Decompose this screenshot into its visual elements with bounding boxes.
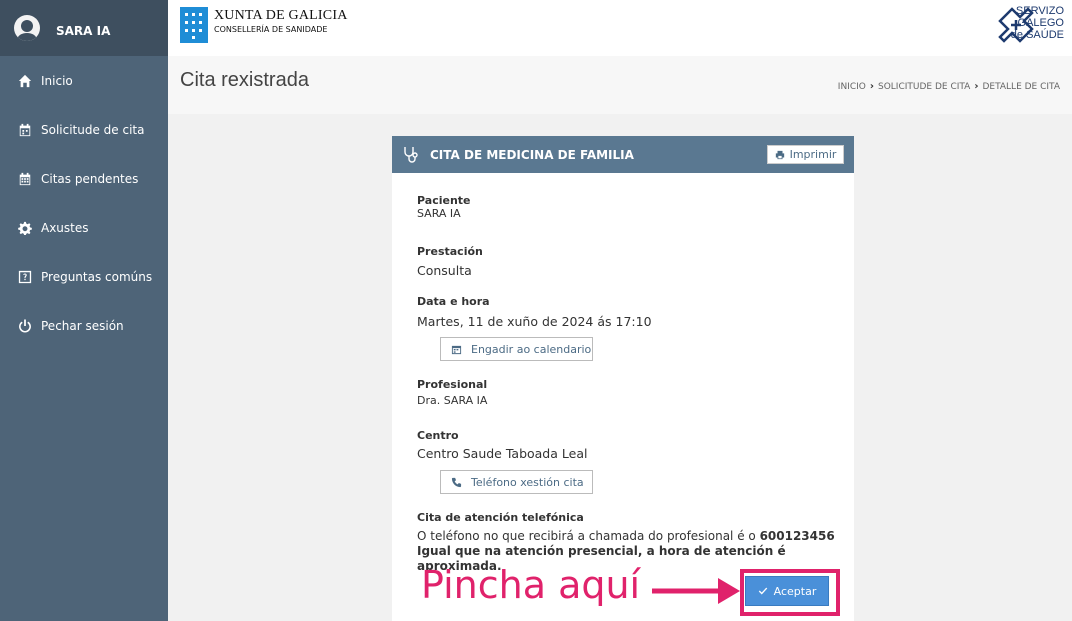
- breadcrumb-detalle: DETALLE DE CITA: [982, 81, 1060, 92]
- sidebar-item-pechar-sesion[interactable]: Pechar sesión: [0, 301, 168, 350]
- accept-button[interactable]: Aceptar: [745, 576, 829, 606]
- title-bar: Cita rexistrada INICIO › SOLICITUDE DE C…: [168, 56, 1072, 114]
- xunta-logo: [180, 7, 208, 43]
- user-name: SARA IA: [56, 24, 111, 38]
- profesional-value: Dra. SARA IA: [417, 394, 488, 407]
- sidebar-header: SARA IA: [0, 0, 168, 56]
- top-header: XUNTA DE GALICIA CONSELLERÍA DE SANIDADE…: [168, 0, 1072, 56]
- power-icon: [18, 318, 32, 333]
- calendar-plus-icon: [18, 123, 32, 137]
- sidebar-item-citas-pendentes[interactable]: Citas pendentes: [0, 154, 168, 203]
- centro-value: Centro Saude Taboada Leal: [417, 446, 588, 461]
- page-title: Cita rexistrada: [180, 69, 309, 91]
- paciente-value: SARA IA: [417, 207, 461, 220]
- sidebar-item-axustes[interactable]: Axustes: [0, 203, 168, 252]
- sidebar: SARA IA Inicio Solicitude de cita Citas …: [0, 0, 168, 621]
- chevron-right-icon: ›: [869, 81, 874, 92]
- home-icon: [18, 74, 32, 88]
- sidebar-item-inicio[interactable]: Inicio: [0, 56, 168, 105]
- atencion-telefonica-label: Cita de atención telefónica: [417, 511, 584, 524]
- printer-icon: [775, 150, 784, 159]
- paciente-label: Paciente: [417, 194, 471, 207]
- chevron-right-icon: ›: [974, 81, 979, 92]
- add-to-calendar-label: Engadir ao calendario: [471, 342, 592, 356]
- phone-icon: [451, 477, 462, 487]
- check-icon: [758, 587, 767, 595]
- card-title: CITA DE MEDICINA DE FAMILIA: [430, 147, 634, 162]
- sidebar-item-label: Axustes: [41, 220, 89, 235]
- sidebar-item-label: Preguntas comúns: [41, 269, 153, 284]
- phone-number: 600123456: [759, 529, 835, 543]
- card-header: CITA DE MEDICINA DE FAMILIA Imprimir: [392, 136, 854, 173]
- stethoscope-icon: [404, 146, 418, 163]
- data-hora-label: Data e hora: [417, 295, 490, 308]
- sidebar-item-solicitude[interactable]: Solicitude de cita: [0, 105, 168, 154]
- calendar-icon: [451, 345, 462, 354]
- annotation-text: Pincha aquí: [421, 563, 641, 607]
- xunta-subtitle: CONSELLERÍA DE SANIDADE: [214, 25, 328, 34]
- breadcrumb-inicio[interactable]: INICIO: [838, 82, 866, 92]
- print-button[interactable]: Imprimir: [767, 145, 844, 164]
- sidebar-item-label: Pechar sesión: [41, 318, 124, 333]
- accept-label: Aceptar: [773, 584, 817, 598]
- print-label: Imprimir: [789, 148, 837, 161]
- sidebar-item-label: Citas pendentes: [41, 171, 139, 186]
- profesional-label: Profesional: [417, 378, 488, 391]
- sgs-logo-text: SERVIZO GALEGO de SAÚDE: [1010, 5, 1064, 41]
- centro-label: Centro: [417, 429, 459, 442]
- data-hora-value: Martes, 11 de xuño de 2024 ás 17:10: [417, 314, 652, 329]
- avatar[interactable]: [14, 15, 40, 41]
- question-icon: [18, 270, 32, 284]
- breadcrumb: INICIO › SOLICITUDE DE CITA › DETALLE DE…: [838, 81, 1060, 92]
- add-to-calendar-button[interactable]: Engadir ao calendario: [440, 337, 593, 361]
- prestacion-value: Consulta: [417, 263, 472, 278]
- appointment-card: CITA DE MEDICINA DE FAMILIA Imprimir Pac…: [392, 136, 854, 621]
- arrow-right-icon: [652, 578, 740, 604]
- calendar-icon: [18, 172, 32, 186]
- telefono-xestion-button[interactable]: Teléfono xestión cita: [440, 470, 593, 494]
- sidebar-item-preguntas[interactable]: Preguntas comúns: [0, 252, 168, 301]
- prestacion-label: Prestación: [417, 245, 483, 258]
- telefono-xestion-label: Teléfono xestión cita: [471, 475, 584, 489]
- sidebar-item-label: Inicio: [41, 73, 73, 88]
- sidebar-item-label: Solicitude de cita: [41, 122, 145, 137]
- xunta-title: XUNTA DE GALICIA: [214, 8, 348, 23]
- breadcrumb-solicitude[interactable]: SOLICITUDE DE CITA: [878, 82, 970, 92]
- gear-icon: [18, 221, 32, 235]
